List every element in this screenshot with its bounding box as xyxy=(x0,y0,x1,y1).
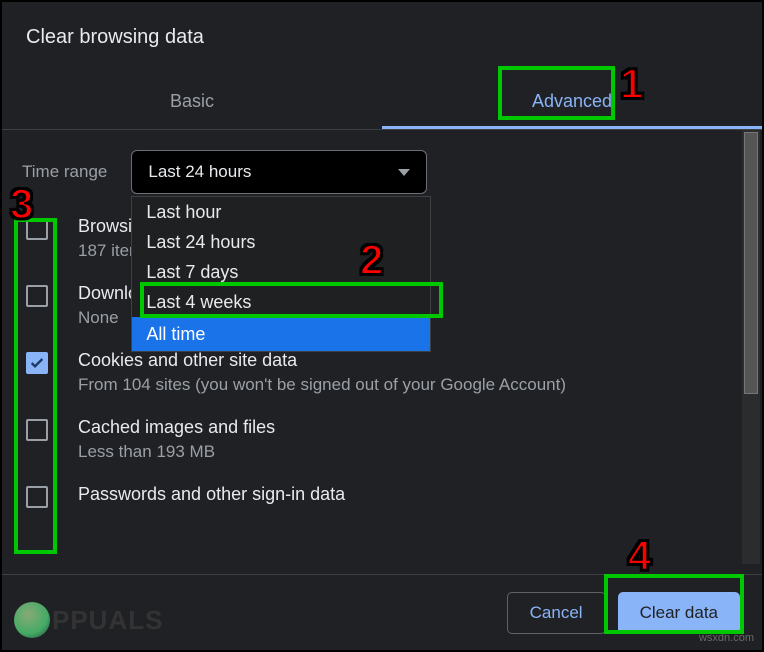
list-item: Cached images and files Less than 193 MB xyxy=(26,417,722,462)
chevron-down-icon xyxy=(398,169,410,176)
dialog-title: Clear browsing data xyxy=(2,2,762,49)
scroll-thumb[interactable] xyxy=(744,132,758,394)
time-range-option[interactable]: Last 4 weeks xyxy=(132,287,430,317)
item-title: Cookies and other site data xyxy=(78,350,566,371)
clear-data-button[interactable]: Clear data xyxy=(618,592,740,634)
tab-basic[interactable]: Basic xyxy=(2,77,382,129)
time-range-value: Last 24 hours xyxy=(148,162,251,182)
time-range-option-alltime[interactable]: All time xyxy=(132,317,430,351)
item-title: Cached images and files xyxy=(78,417,275,438)
time-range-dropdown[interactable]: Last 24 hours Last hour Last 24 hours La… xyxy=(131,150,427,194)
clear-browsing-data-dialog: Clear browsing data Basic Advanced Time … xyxy=(2,2,762,650)
checkbox-download-history[interactable] xyxy=(26,285,48,307)
time-range-field[interactable]: Last 24 hours xyxy=(131,150,427,194)
item-title: Passwords and other sign-in data xyxy=(78,484,345,505)
checkbox-browsing-history[interactable] xyxy=(26,218,48,240)
appuals-logo: PPUALS xyxy=(14,602,163,638)
appuals-text: PPUALS xyxy=(52,605,163,636)
item-subtitle: Less than 193 MB xyxy=(78,442,275,462)
time-range-option[interactable]: Last hour xyxy=(132,197,430,227)
time-range-option[interactable]: Last 7 days xyxy=(132,257,430,287)
list-item: Passwords and other sign-in data xyxy=(26,484,722,509)
item-subtitle: From 104 sites (you won't be signed out … xyxy=(78,375,566,395)
scrollbar[interactable] xyxy=(742,130,760,564)
appuals-icon xyxy=(14,602,50,638)
checkbox-cached[interactable] xyxy=(26,419,48,441)
time-range-menu: Last hour Last 24 hours Last 7 days Last… xyxy=(131,196,431,352)
checkbox-cookies[interactable] xyxy=(26,352,48,374)
tab-advanced[interactable]: Advanced xyxy=(382,77,762,129)
list-item: Cookies and other site data From 104 sit… xyxy=(26,350,722,395)
time-range-label: Time range xyxy=(22,162,107,182)
check-icon xyxy=(29,355,45,371)
dialog-body: Time range Last 24 hours Last hour Last … xyxy=(2,130,762,564)
checkbox-passwords[interactable] xyxy=(26,486,48,508)
tabs: Basic Advanced xyxy=(2,77,762,130)
cancel-button[interactable]: Cancel xyxy=(507,592,606,634)
time-range-option[interactable]: Last 24 hours xyxy=(132,227,430,257)
watermark: wsxdn.com xyxy=(699,632,754,644)
